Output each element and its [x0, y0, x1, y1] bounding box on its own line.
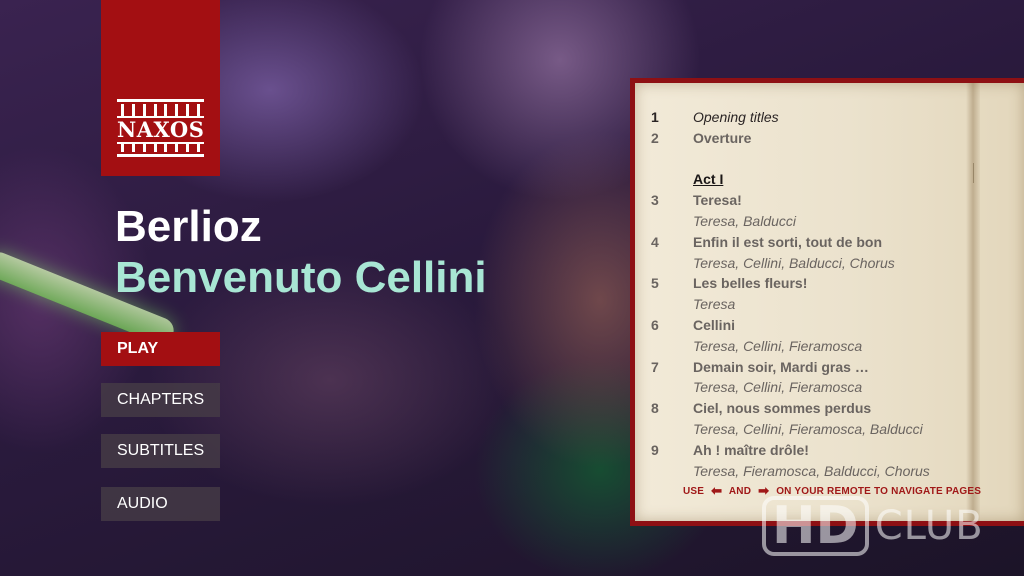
watermark-hd: HD: [762, 496, 869, 556]
chapter-number: 1: [651, 109, 659, 125]
chapter-cast-text: Teresa, Cellini, Balducci, Chorus: [693, 254, 895, 271]
chapter-title: Overture: [693, 129, 752, 146]
chapter-title: Opening titles: [693, 109, 779, 125]
chapter-cast: Teresa, Fieramosca, Balducci, Chorus: [651, 461, 971, 482]
chapter-number: 8: [651, 400, 659, 417]
chapter-title: Ah ! maître drôle!: [693, 441, 809, 458]
chapter-cast: Teresa, Cellini, Fieramosca: [651, 336, 971, 357]
chapter-page: 1 Opening titles 2 Overture Act I 3 Teresa! Ter…: [635, 83, 1024, 521]
act-heading: Act I: [651, 169, 971, 190]
chapter-title: Les belles fleurs!: [693, 275, 808, 292]
chapter-cast: Teresa, Cellini, Fieramosca: [651, 377, 971, 398]
chapter-item[interactable]: 3 Teresa!: [651, 190, 971, 211]
chapter-book-panel: 1 Opening titles 2 Overture Act I 3 Teresa! Ter…: [630, 78, 1024, 526]
chapter-item[interactable]: 4 Enfin il est sorti, tout de bon: [651, 232, 971, 253]
chapter-cast-text: Teresa: [693, 296, 736, 313]
chapter-cast-text: Teresa, Cellini, Fieramosca, Balducci: [693, 420, 923, 437]
chapter-item[interactable]: 9 Ah ! maître drôle!: [651, 440, 971, 461]
chapter-title: Teresa!: [693, 192, 742, 209]
chapter-number: 6: [651, 316, 659, 333]
composer-title: Berlioz: [115, 202, 262, 251]
chapter-title: Enfin il est sorti, tout de bon: [693, 233, 882, 250]
nav-hint-and: AND: [728, 486, 752, 497]
watermark-club: CLUB: [874, 503, 984, 549]
hdclub-watermark: HD CLUB: [762, 496, 984, 556]
naxos-logo: NAXOS: [117, 97, 204, 159]
chapter-number: 7: [651, 358, 659, 375]
chapter-spacer: [651, 149, 971, 170]
chapter-item[interactable]: 2 Overture: [651, 128, 971, 149]
chapter-number: 5: [651, 275, 659, 292]
chapter-number: 2: [651, 129, 659, 146]
play-button[interactable]: PLAY: [101, 332, 220, 366]
chapter-cast: Teresa, Balducci: [651, 211, 971, 232]
subtitles-button[interactable]: SUBTITLES: [101, 434, 220, 468]
left-arrow-icon: ⬅: [711, 483, 723, 498]
audio-button[interactable]: AUDIO: [101, 487, 220, 521]
chapter-cast: Teresa: [651, 294, 971, 315]
work-title: Benvenuto Cellini: [115, 253, 487, 302]
chapter-number: 4: [651, 233, 659, 250]
chapter-title: Cellini: [693, 316, 736, 333]
naxos-logo-text: NAXOS: [117, 116, 205, 144]
chapters-button[interactable]: CHAPTERS: [101, 383, 220, 417]
act-title: Act I: [693, 171, 724, 188]
chapter-cast-text: Teresa, Cellini, Fieramosca: [693, 337, 863, 354]
chapter-list: 1 Opening titles 2 Overture Act I 3 Teresa! Ter…: [651, 107, 971, 481]
chapter-number: 9: [651, 441, 659, 458]
chapter-number: 3: [651, 192, 659, 209]
chapter-cast-text: Teresa, Fieramosca, Balducci, Chorus: [693, 462, 930, 479]
chapter-cast-text: Teresa, Cellini, Fieramosca: [693, 379, 863, 396]
chapter-item[interactable]: 6 Cellini: [651, 315, 971, 336]
chapter-cast: Teresa, Cellini, Fieramosca, Balducci: [651, 419, 971, 440]
chapter-item[interactable]: 5 Les belles fleurs!: [651, 273, 971, 294]
chapter-item[interactable]: 7 Demain soir, Mardi gras …: [651, 357, 971, 378]
chapter-item[interactable]: 8 Ciel, nous sommes perdus: [651, 398, 971, 419]
nav-hint-use: USE: [683, 486, 705, 497]
chapter-cast-text: Teresa, Balducci: [693, 212, 796, 229]
chapter-cast: Teresa, Cellini, Balducci, Chorus: [651, 253, 971, 274]
chapter-title: Ciel, nous sommes perdus: [693, 400, 872, 417]
naxos-logo-banner: NAXOS: [101, 0, 220, 176]
chapter-item[interactable]: 1 Opening titles: [651, 107, 971, 128]
chapter-title: Demain soir, Mardi gras …: [693, 358, 869, 375]
